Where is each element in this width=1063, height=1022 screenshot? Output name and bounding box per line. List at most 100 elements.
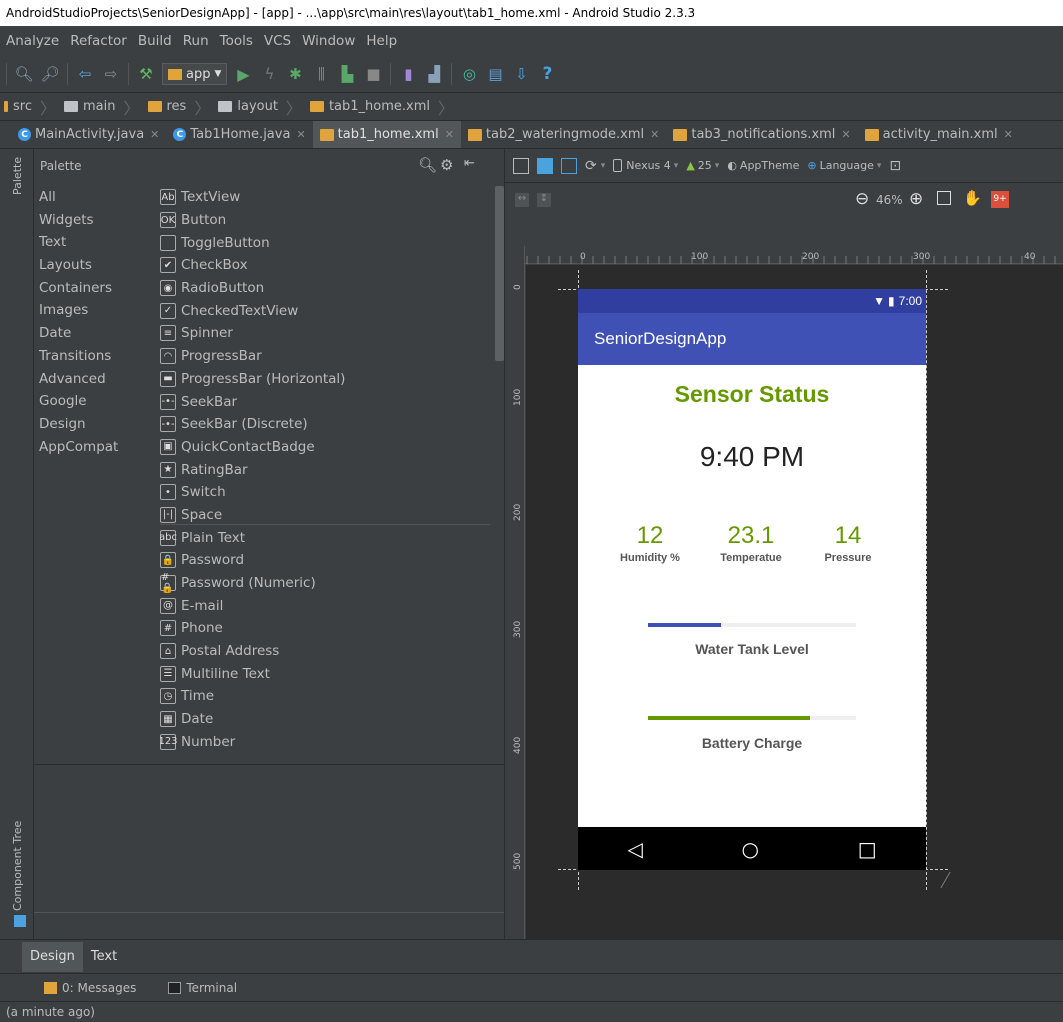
close-icon[interactable]: ✕ bbox=[150, 128, 159, 141]
language-select[interactable]: ⊕ Language ▾ bbox=[807, 159, 881, 172]
breadcrumb-src[interactable]: src bbox=[0, 99, 36, 114]
palette-category-date[interactable]: Date bbox=[34, 322, 158, 345]
palette-item[interactable]: ▣ QuickContactBadge bbox=[160, 436, 494, 459]
palette-item[interactable]: ☰ Multiline Text bbox=[160, 662, 494, 685]
sync-gradle-icon[interactable]: ◎ bbox=[458, 63, 480, 85]
palette-item[interactable]: @ E-mail bbox=[160, 594, 494, 617]
breadcrumb-res[interactable]: res bbox=[144, 99, 191, 114]
palette-category-design[interactable]: Design bbox=[34, 413, 158, 436]
breadcrumb-main[interactable]: main bbox=[60, 99, 119, 114]
palette-category-layouts[interactable]: Layouts bbox=[34, 254, 158, 277]
warnings-badge[interactable]: 9+ bbox=[991, 191, 1009, 208]
palette-item[interactable]: ◠ ProgressBar bbox=[160, 345, 494, 368]
palette-category-appcompat[interactable]: AppCompat bbox=[34, 436, 158, 459]
tab-tab3-notifications[interactable]: tab3_notifications.xml ✕ bbox=[666, 121, 857, 148]
layout-variants-icon[interactable]: ⊡ bbox=[889, 158, 901, 174]
breadcrumb-layout[interactable]: layout bbox=[214, 99, 282, 114]
expand-width-icon[interactable]: ↔ bbox=[515, 193, 529, 207]
sdk-manager-icon[interactable]: ▟ bbox=[423, 63, 445, 85]
design-blueprint-icon[interactable] bbox=[561, 157, 577, 174]
device-preview[interactable]: ▼ ▮ 7:00 SeniorDesignApp Sensor Status 9… bbox=[578, 289, 926, 870]
tab-mainactivity[interactable]: C MainActivity.java ✕ bbox=[0, 121, 166, 148]
palette-category-advanced[interactable]: Advanced bbox=[34, 368, 158, 391]
zoom-in-icon[interactable]: ⊕ bbox=[909, 189, 923, 209]
palette-item[interactable]: ◷ Time bbox=[160, 685, 494, 708]
hide-panel-icon[interactable]: ⇤ bbox=[464, 156, 475, 171]
debug-icon[interactable]: ✱ bbox=[284, 63, 306, 85]
menu-window[interactable]: Window bbox=[302, 33, 355, 49]
menu-analyze[interactable]: Analyze bbox=[6, 33, 59, 49]
palette-category-transitions[interactable]: Transitions bbox=[34, 345, 158, 368]
design-view-icon[interactable] bbox=[513, 157, 529, 174]
expand-height-icon[interactable]: ↕ bbox=[537, 193, 551, 207]
pan-icon[interactable]: ✋ bbox=[963, 189, 982, 207]
tab-text[interactable]: Text bbox=[83, 942, 125, 972]
replace-icon[interactable]: 🔎︎ bbox=[39, 63, 61, 85]
terminal-tool-button[interactable]: Terminal bbox=[168, 981, 237, 995]
palette-item[interactable]: ToggleButton bbox=[160, 231, 494, 254]
device-select[interactable]: Nexus 4 ▾ bbox=[613, 159, 678, 172]
tab-design[interactable]: Design bbox=[22, 941, 83, 972]
menu-run[interactable]: Run bbox=[183, 33, 209, 49]
palette-item[interactable]: |-| Space bbox=[160, 504, 494, 527]
download-icon[interactable]: ⇩ bbox=[510, 63, 532, 85]
palette-item[interactable]: 123 Number bbox=[160, 731, 494, 754]
zoom-to-fit-icon[interactable] bbox=[937, 191, 951, 205]
theme-select[interactable]: ◐ AppTheme bbox=[727, 159, 799, 172]
tab-activity-main[interactable]: activity_main.xml ✕ bbox=[858, 121, 1020, 148]
help-icon[interactable]: ? bbox=[536, 63, 558, 85]
profile-icon[interactable]: ⫼ bbox=[310, 63, 332, 85]
palette-item[interactable]: ✔ CheckBox bbox=[160, 254, 494, 277]
orientation-icon[interactable]: ⟳ bbox=[585, 158, 597, 174]
tab-tab1home-java[interactable]: C Tab1Home.java ✕ bbox=[166, 121, 312, 148]
palette-category-containers[interactable]: Containers bbox=[34, 277, 158, 300]
project-structure-icon[interactable]: ▤ bbox=[484, 63, 506, 85]
component-tree-hscroll[interactable] bbox=[34, 912, 504, 913]
menu-build[interactable]: Build bbox=[138, 33, 172, 49]
blueprint-view-icon[interactable] bbox=[537, 157, 553, 174]
menu-refactor[interactable]: Refactor bbox=[70, 33, 127, 49]
attach-debugger-icon[interactable]: ▙ bbox=[336, 63, 358, 85]
palette-item[interactable]: -•- SeekBar (Discrete) bbox=[160, 413, 494, 436]
stop-icon[interactable]: ■ bbox=[362, 63, 384, 85]
breadcrumb-file[interactable]: tab1_home.xml bbox=[306, 99, 434, 114]
instant-run-icon[interactable]: ϟ bbox=[258, 63, 280, 85]
close-icon[interactable]: ✕ bbox=[296, 128, 305, 141]
palette-category-google[interactable]: Google bbox=[34, 390, 158, 413]
palette-tool-button[interactable]: Palette bbox=[11, 157, 24, 195]
palette-scrollbar[interactable] bbox=[495, 186, 504, 361]
menu-vcs[interactable]: VCS bbox=[264, 33, 291, 49]
tab-tab1-home-xml[interactable]: tab1_home.xml ✕ bbox=[312, 121, 461, 148]
close-icon[interactable]: ✕ bbox=[1004, 128, 1013, 141]
back-icon[interactable]: ⇦ bbox=[74, 63, 96, 85]
close-icon[interactable]: ✕ bbox=[445, 128, 454, 141]
palette-category-widgets[interactable]: Widgets bbox=[34, 209, 158, 232]
palette-item[interactable]: 🔒 Password bbox=[160, 549, 494, 572]
palette-item[interactable]: ✓ CheckedTextView bbox=[160, 299, 494, 322]
search-icon[interactable]: 🔍︎ bbox=[418, 156, 437, 174]
forward-icon[interactable]: ⇨ bbox=[100, 63, 122, 85]
palette-item[interactable]: OK Button bbox=[160, 209, 494, 232]
zoom-out-icon[interactable]: ⊖ bbox=[855, 189, 869, 209]
api-select[interactable]: ▲ 25 ▾ bbox=[686, 159, 719, 172]
messages-tool-button[interactable]: 0: Messages bbox=[44, 981, 136, 995]
palette-item[interactable]: # Phone bbox=[160, 617, 494, 640]
palette-category-text[interactable]: Text bbox=[34, 231, 158, 254]
close-icon[interactable]: ✕ bbox=[650, 128, 659, 141]
palette-item[interactable]: ◉ RadioButton bbox=[160, 277, 494, 300]
avd-manager-icon[interactable]: ▮ bbox=[397, 63, 419, 85]
palette-category-images[interactable]: Images bbox=[34, 299, 158, 322]
menu-tools[interactable]: Tools bbox=[220, 33, 253, 49]
component-tree-tool-button[interactable]: Component Tree bbox=[11, 821, 24, 911]
palette-item[interactable]: ★ RatingBar bbox=[160, 458, 494, 481]
run-icon[interactable]: ▶ bbox=[232, 63, 254, 85]
run-config-select[interactable]: app ▼ bbox=[162, 63, 228, 85]
palette-item[interactable]: abc Plain Text bbox=[160, 526, 494, 549]
gear-icon[interactable]: ⚙ bbox=[440, 156, 453, 174]
palette-item[interactable]: ▦ Date bbox=[160, 708, 494, 731]
menu-help[interactable]: Help bbox=[366, 33, 397, 49]
find-icon[interactable]: 🔍︎ bbox=[13, 63, 35, 85]
palette-item[interactable]: Ab TextView bbox=[160, 186, 494, 209]
palette-item[interactable]: • Switch bbox=[160, 481, 494, 504]
close-icon[interactable]: ✕ bbox=[841, 128, 850, 141]
